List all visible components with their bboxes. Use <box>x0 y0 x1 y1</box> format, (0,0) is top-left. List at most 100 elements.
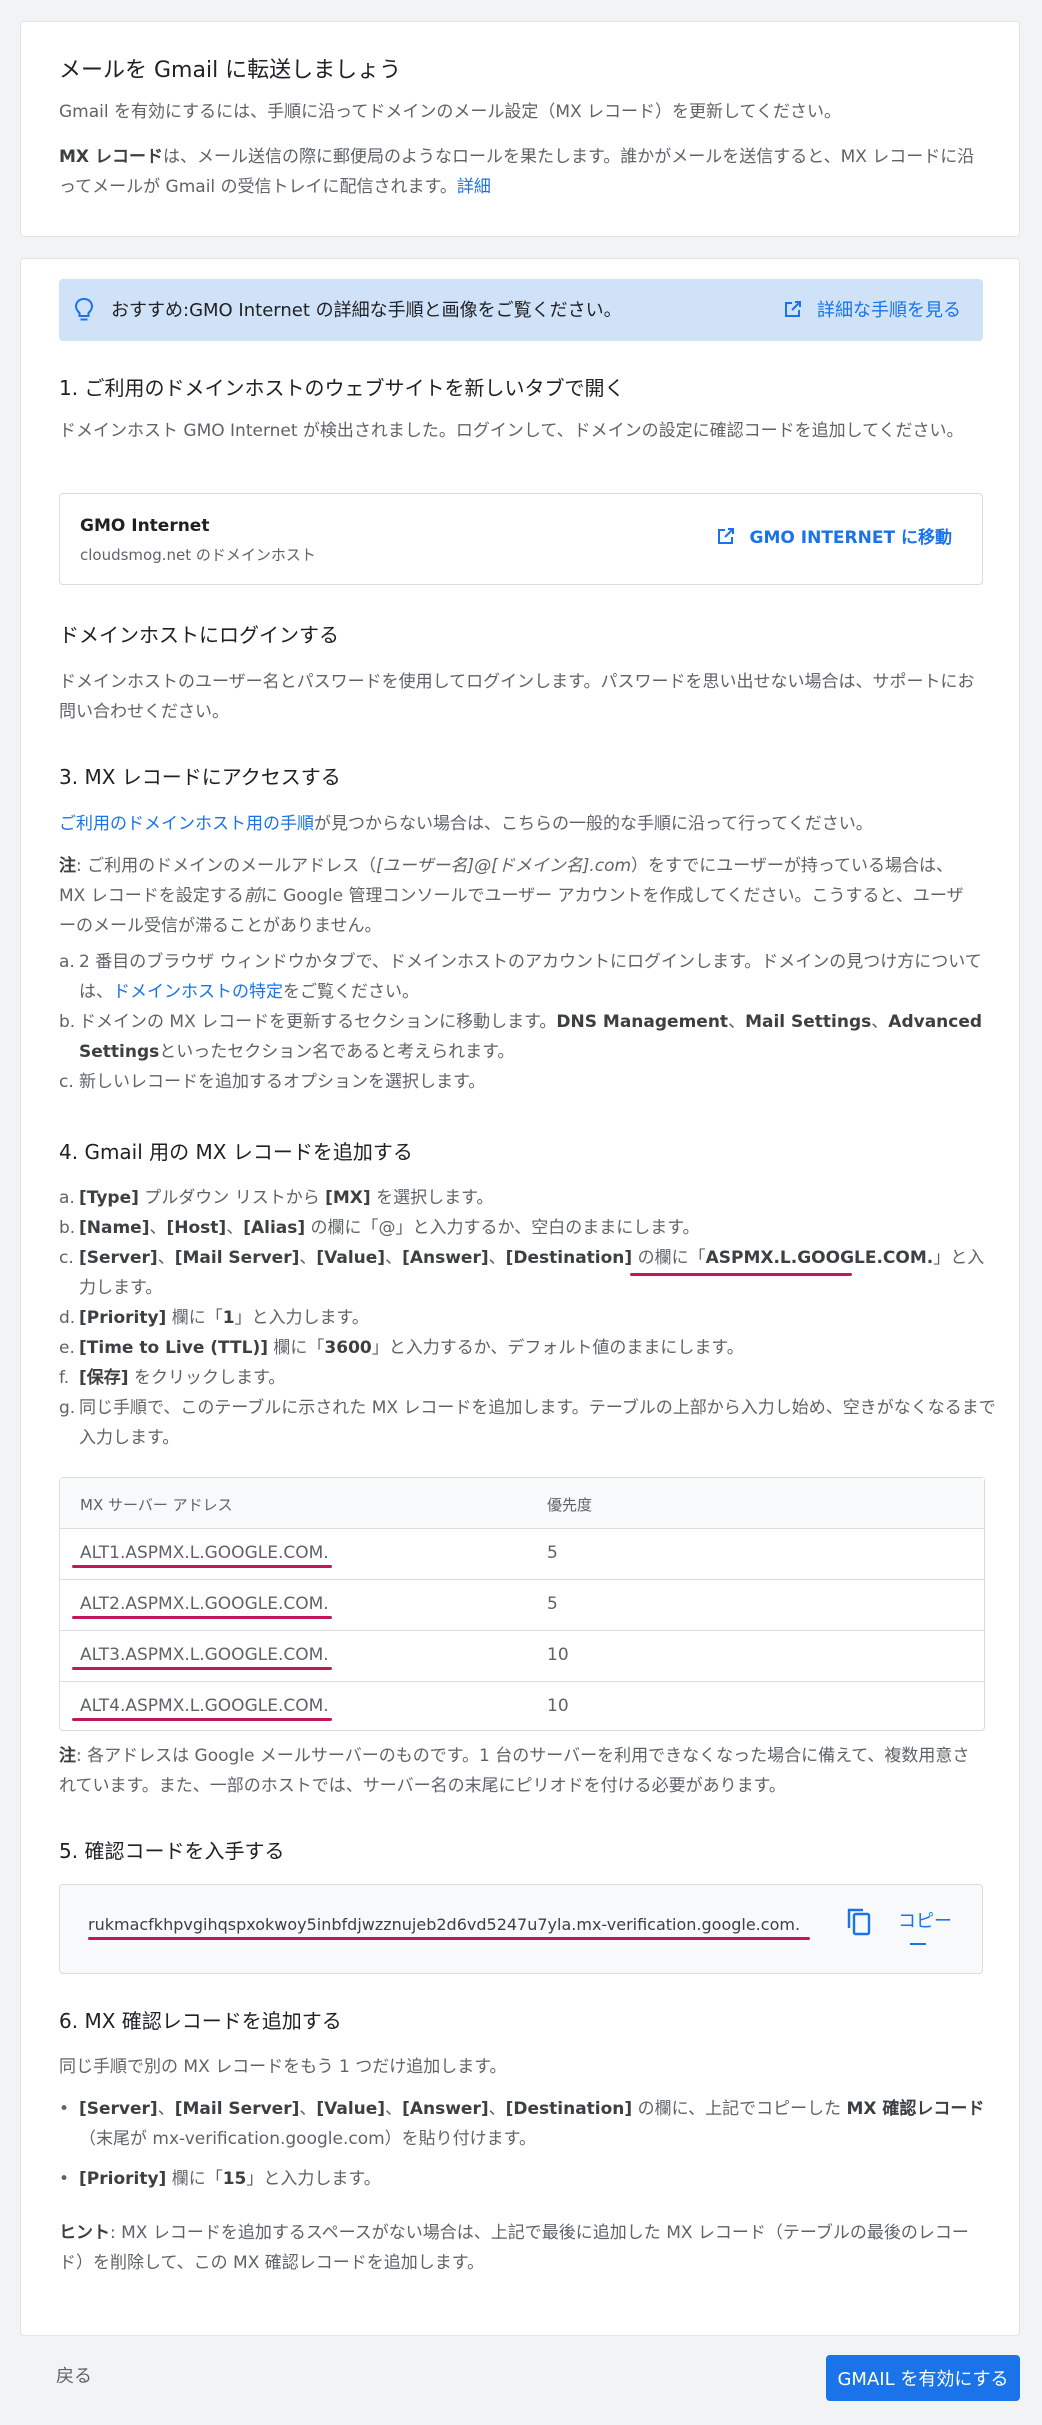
field-name: [保存] <box>79 1368 129 1388</box>
mx-explanation-text: は、メール送信の際に郵便局のようなロールを果たします。誰かがメールを送信すると、… <box>59 147 975 197</box>
step3-intro: ご利用のドメインホスト用の手順が見つからない場合は、こちらの一般的な手順に沿って… <box>59 809 979 839</box>
list-marker: g. <box>59 1398 76 1418</box>
copy-underline <box>910 1943 926 1945</box>
go-to-host-label: GMO INTERNET に移動 <box>749 528 952 548</box>
mx-primary-value: ASPMX.L.GOOGLE.COM. <box>705 1248 934 1268</box>
detailed-steps-link[interactable]: 詳細な手順を見る <box>783 296 961 322</box>
list-marker: a. <box>59 1188 75 1208</box>
note-text: : ご利用のドメインのメールアドレス（ <box>76 856 377 876</box>
lightbulb-icon <box>74 297 94 321</box>
list-text: 、 <box>385 2099 403 2119</box>
field-name: [Answer] <box>402 2099 489 2119</box>
ttl-value: 3600 <box>324 1338 372 1358</box>
table-row: ALT2.ASPMX.L.GOOGLE.COM. 5 <box>60 1579 984 1631</box>
list-text: 」と入力します。 <box>234 1308 369 1328</box>
step2-description: ドメインホストのユーザー名とパスワードを使用してログインします。パスワードを思い… <box>59 672 975 722</box>
annotation-underline <box>72 1616 332 1619</box>
step6-description: 同じ手順で別の MX レコードをもう 1 つだけ追加します。 <box>59 2057 507 2077</box>
hint-label: ヒント <box>59 2223 110 2243</box>
priority-cell: 10 <box>547 1696 569 1716</box>
list-text: 」と入力します。 <box>246 2169 381 2189</box>
list-text: 、 <box>149 1218 167 1238</box>
note-text: : 各アドレスは Google メールサーバーのものです。1 台のサーバーを利用… <box>59 1746 970 1796</box>
annotation-underline <box>72 1667 332 1670</box>
verification-code[interactable]: rukmacfkhpvgihqspxokwoy5inbfdjwzznujeb2d… <box>88 1915 800 1934</box>
list-text: の欄に「@」と入力するか、空白のままにします。 <box>305 1218 700 1238</box>
list-text: 、 <box>157 1248 175 1268</box>
field-name: [Destination] <box>505 1248 633 1268</box>
table-header: MX サーバー アドレス 優先度 <box>60 1478 984 1528</box>
back-button[interactable]: 戻る <box>56 2362 92 2388</box>
list-text: 、 <box>299 1248 317 1268</box>
field-name: [Type] <box>79 1188 139 1208</box>
list-text: 、 <box>385 1248 403 1268</box>
table-row: ALT4.ASPMX.L.GOOGLE.COM. 10 <box>60 1681 984 1733</box>
section-name: DNS Management <box>556 1012 729 1032</box>
list-text: 」と入力するか、デフォルト値のままにします。 <box>371 1338 744 1358</box>
mx-verification-term: MX 確認レコード <box>846 2099 985 2119</box>
list-text: 、 <box>728 1012 746 1032</box>
annotation-underline <box>630 1273 852 1276</box>
field-name: [Destination] <box>505 2099 633 2119</box>
table-row: ALT3.ASPMX.L.GOOGLE.COM. 10 <box>60 1630 984 1682</box>
field-name: [Value] <box>316 1248 386 1268</box>
list-text: ドメインの MX レコードを更新するセクションに移動します。 <box>79 1012 557 1032</box>
step4-list: a. [Type] プルダウン リストから [MX] を選択します。 b. [N… <box>59 1183 999 1453</box>
intro-description: Gmail を有効にするには、手順に沿ってドメインのメール設定（MX レコード）… <box>59 102 842 122</box>
list-text: 、 <box>488 2099 506 2119</box>
list-text: プルダウン リストから <box>138 1188 326 1208</box>
mx-records-table: MX サーバー アドレス 優先度 ALT1.ASPMX.L.GOOGLE.COM… <box>59 1477 985 1731</box>
copy-button[interactable]: コピー <box>898 1907 952 1933</box>
step6-hint: ヒント: MX レコードを追加するスペースがない場合は、上記で最後に追加した M… <box>59 2218 979 2278</box>
field-name: [Priority] <box>79 2169 167 2189</box>
list-item: e. [Time to Live (TTL)] 欄に「3600」と入力するか、デ… <box>59 1333 999 1363</box>
step3-list: a. 2 番目のブラウザ ウィンドウかタブで、ドメインホストのアカウントにログイ… <box>59 947 999 1097</box>
list-item: [Priority] 欄に「15」と入力します。 <box>59 2164 999 2194</box>
field-name: [Host] <box>166 1218 227 1238</box>
step5-title: 5. 確認コードを入手する <box>59 1839 285 1863</box>
column-header-priority: 優先度 <box>547 1496 593 1514</box>
copy-icon[interactable] <box>846 1907 872 1937</box>
field-name: [Priority] <box>79 1308 167 1328</box>
list-text: 同じ手順で、このテーブルに示された MX レコードを追加します。テーブルの上部か… <box>79 1398 996 1448</box>
list-item: [Server]、[Mail Server]、[Value]、[Answer]、… <box>59 2094 999 2154</box>
list-text: をクリックします。 <box>128 1368 286 1388</box>
list-text: を選択します。 <box>370 1188 494 1208</box>
page-title: メールを Gmail に転送しましょう <box>59 58 402 83</box>
field-name: [Alias] <box>243 1218 306 1238</box>
list-item: c. 新しいレコードを追加するオプションを選択します。 <box>59 1067 999 1097</box>
list-text: 欄に「 <box>166 2169 223 2189</box>
list-text: 新しいレコードを追加するオプションを選択します。 <box>79 1072 486 1092</box>
list-item: b. [Name]、[Host]、[Alias] の欄に「@」と入力するか、空白… <box>59 1213 999 1243</box>
open-in-new-icon <box>717 527 734 544</box>
field-name: [Value] <box>316 2099 386 2119</box>
annotation-underline <box>88 1937 810 1940</box>
table-row: ALT1.ASPMX.L.GOOGLE.COM. 5 <box>60 1528 984 1580</box>
list-marker: b. <box>59 1012 76 1032</box>
list-text: 、 <box>871 1012 889 1032</box>
note-label: 注 <box>59 856 76 876</box>
host-instructions-link[interactable]: ご利用のドメインホスト用の手順 <box>59 814 314 834</box>
field-name: [Answer] <box>402 1248 489 1268</box>
list-text: の欄に「 <box>632 1248 706 1268</box>
note-email-format: [ユーザー名]@[ドメイン名].com <box>376 856 632 876</box>
detail-link[interactable]: 詳細 <box>457 177 491 197</box>
go-to-host-link[interactable]: GMO INTERNET に移動 <box>716 523 952 548</box>
field-name: [Name] <box>79 1218 150 1238</box>
recommendation-text: おすすめ:GMO Internet の詳細な手順と画像をご覧ください。 <box>111 300 622 321</box>
list-text: 欄に「 <box>166 1308 223 1328</box>
priority-cell: 10 <box>547 1645 569 1665</box>
note-emphasis: 前 <box>243 886 261 906</box>
list-item: a. [Type] プルダウン リストから [MX] を選択します。 <box>59 1183 999 1213</box>
list-text: 、 <box>488 1248 506 1268</box>
enable-gmail-button[interactable]: GMAIL を有効にする <box>826 2355 1020 2401</box>
open-in-new-icon <box>785 301 801 317</box>
note-label: 注 <box>59 1746 76 1766</box>
steps-card: おすすめ:GMO Internet の詳細な手順と画像をご覧ください。 詳細な手… <box>20 258 1020 2336</box>
step3-note: 注: ご利用のドメインのメールアドレス（[ユーザー名]@[ドメイン名].com）… <box>59 851 979 941</box>
list-text: といったセクション名であると考えられます。 <box>159 1042 515 1062</box>
mx-server-cell: ALT3.ASPMX.L.GOOGLE.COM. <box>80 1645 329 1665</box>
list-marker: b. <box>59 1218 76 1238</box>
domain-host-card: GMO Internet cloudsmog.net のドメインホスト GMO … <box>59 493 983 585</box>
find-domain-host-link[interactable]: ドメインホストの特定 <box>113 982 283 1002</box>
